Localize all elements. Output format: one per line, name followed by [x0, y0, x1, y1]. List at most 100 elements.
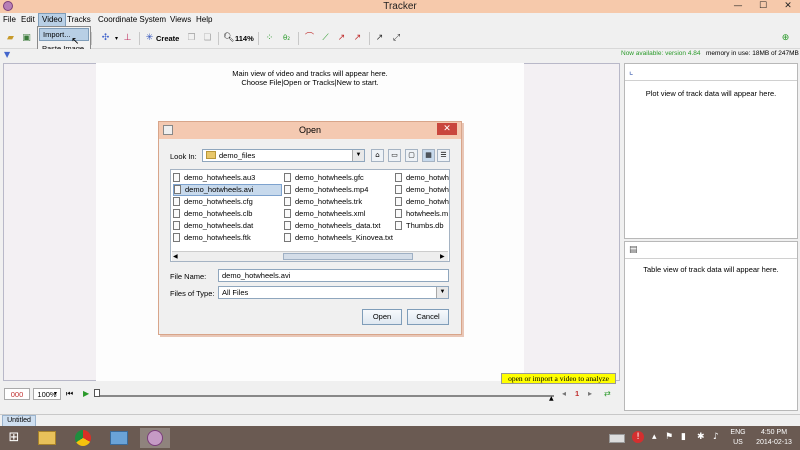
list-item[interactable]: demo_hotwheels.ftk: [173, 232, 282, 244]
flag-icon[interactable]: ⚑: [665, 432, 673, 442]
xmass-icon[interactable]: ↗: [374, 33, 385, 44]
trace-icon[interactable]: ⌒: [304, 33, 315, 44]
network-icon[interactable]: ▮: [681, 432, 686, 442]
menu-edit[interactable]: Edit: [18, 13, 38, 27]
step-back-icon[interactable]: ◂: [562, 388, 566, 400]
list-item[interactable]: demo_hotwh: [395, 172, 449, 184]
step-forward-icon[interactable]: ▸: [588, 388, 592, 400]
frame-number[interactable]: 000: [4, 388, 30, 400]
list-item[interactable]: demo_hotwheels.trk: [284, 196, 394, 208]
window-title-bar[interactable]: Tracker — ☐ ✕: [0, 0, 800, 13]
horizontal-scrollbar[interactable]: ◀ ▶: [172, 251, 448, 261]
language-region[interactable]: US: [728, 439, 748, 446]
clock-date[interactable]: 2014-02-13: [752, 439, 796, 446]
home-folder-icon[interactable]: ▭: [388, 149, 401, 162]
list-item[interactable]: hotwheels.m: [395, 208, 449, 220]
menu-tracks[interactable]: Tracks: [64, 13, 94, 27]
windows-start-icon[interactable]: ⊞: [6, 430, 22, 446]
open-folder-icon[interactable]: ▰: [5, 33, 16, 44]
zoom-level[interactable]: 114%: [235, 33, 254, 44]
bluetooth-icon[interactable]: ✱: [697, 432, 705, 442]
trail-icon[interactable]: θ₂: [281, 33, 292, 44]
scroll-right-icon[interactable]: ▶: [440, 253, 445, 260]
volume-icon[interactable]: ♪: [713, 432, 719, 442]
loop-icon[interactable]: ⇄: [604, 388, 611, 400]
track-control-chevron-icon[interactable]: ▼: [4, 50, 10, 59]
action-center-icon[interactable]: !: [632, 431, 644, 443]
file-name-input[interactable]: demo_hotwheels.avi: [218, 269, 449, 282]
play-icon[interactable]: ▶: [83, 388, 89, 400]
list-item[interactable]: demo_hotwh: [395, 196, 449, 208]
list-item[interactable]: demo_hotwheels_data.txt: [284, 220, 394, 232]
menu-video[interactable]: Video: [38, 13, 67, 27]
reset-icon[interactable]: ⏮: [66, 388, 73, 400]
list-item[interactable]: demo_hotwheels.mp4: [284, 184, 394, 196]
video-slider-track[interactable]: [96, 395, 554, 397]
copy-icon[interactable]: ❐: [186, 33, 197, 44]
close-button[interactable]: ✕: [776, 0, 800, 13]
chevron-down-icon[interactable]: ▾: [111, 33, 122, 44]
list-item[interactable]: demo_hotwheels.dat: [173, 220, 282, 232]
list-item[interactable]: demo_hotwheels.au3: [173, 172, 282, 184]
plot-icon[interactable]: ⌞: [629, 67, 633, 77]
up-one-level-icon[interactable]: ⌂: [371, 149, 384, 162]
plot-panel[interactable]: ⌞ Plot view of track data will appear he…: [624, 63, 798, 239]
clock-time[interactable]: 4:50 PM: [752, 429, 796, 436]
velocity-vector-icon[interactable]: ↗: [336, 33, 347, 44]
step-size[interactable]: 1: [575, 388, 579, 400]
cancel-button[interactable]: Cancel: [407, 309, 449, 325]
look-in-combo[interactable]: demo_files ▼: [202, 149, 365, 162]
files-of-type-select[interactable]: All Files ▼: [218, 286, 449, 299]
keyboard-icon[interactable]: [609, 434, 625, 443]
create-track-button[interactable]: Create: [156, 33, 179, 44]
mass-label-icon[interactable]: ⤢: [391, 33, 402, 44]
paste-icon[interactable]: ❏: [202, 33, 213, 44]
table-panel[interactable]: ▤ Table view of track data will appear h…: [624, 241, 798, 411]
chevron-down-icon[interactable]: ▼: [352, 150, 364, 161]
minimize-button[interactable]: —: [726, 0, 750, 13]
new-folder-icon[interactable]: ▢: [405, 149, 418, 162]
dialog-close-button[interactable]: ✕: [437, 123, 457, 135]
list-view-icon[interactable]: ▦: [422, 149, 435, 162]
dialog-title-bar[interactable]: Open ✕: [159, 122, 461, 139]
details-view-icon[interactable]: ☰: [437, 149, 450, 162]
chevron-up-icon[interactable]: ▴: [652, 432, 657, 442]
save-icon[interactable]: ▣: [21, 33, 32, 44]
calibration-tools-icon[interactable]: ✣: [100, 33, 111, 44]
table-icon[interactable]: ▤: [629, 245, 638, 255]
taskbar-app-tracker[interactable]: [140, 428, 170, 448]
maximize-button[interactable]: ☐: [751, 0, 775, 13]
taskbar-app-monitor[interactable]: [104, 428, 134, 448]
zoom-icon[interactable]: 🔍︎: [223, 33, 234, 44]
menu-coordinate-system[interactable]: Coordinate System: [95, 13, 169, 27]
open-button[interactable]: Open: [362, 309, 402, 325]
scrollbar-thumb[interactable]: [283, 253, 413, 260]
list-item[interactable]: demo_hotwheels.gfc: [284, 172, 394, 184]
language-indicator[interactable]: ENG: [728, 429, 748, 436]
menu-file[interactable]: File: [0, 13, 19, 27]
taskbar-app-file-explorer[interactable]: [32, 428, 62, 448]
list-item[interactable]: demo_hotwheels_Kinovea.txt: [284, 232, 394, 244]
menu-help[interactable]: Help: [193, 13, 215, 27]
chevron-down-icon[interactable]: ▼: [436, 287, 448, 298]
slider-thumb[interactable]: [94, 389, 100, 397]
position-vector-icon[interactable]: ⟋: [320, 33, 331, 44]
taskbar-app-chrome[interactable]: [68, 428, 98, 448]
link-icon[interactable]: ⊕: [780, 33, 791, 44]
list-item[interactable]: demo_hotwheels.clb: [173, 208, 282, 220]
list-item[interactable]: demo_hotwheels.xml: [284, 208, 394, 220]
acceleration-vector-icon[interactable]: ↗: [352, 33, 363, 44]
menu-views[interactable]: Views: [167, 13, 194, 27]
scroll-left-icon[interactable]: ◀: [173, 253, 178, 260]
autostep-icon[interactable]: ⁘: [264, 33, 275, 44]
file-list[interactable]: demo_hotwheels.au3 demo_hotwheels.avi de…: [170, 169, 450, 262]
axes-icon[interactable]: ⊥: [122, 33, 133, 44]
create-track-icon[interactable]: ✳: [144, 33, 155, 44]
list-item[interactable]: Thumbs.db: [395, 220, 449, 232]
list-item[interactable]: demo_hotwh: [395, 184, 449, 196]
chevron-down-icon[interactable]: ▾: [54, 388, 57, 400]
list-item[interactable]: demo_hotwheels.cfg: [173, 196, 282, 208]
new-version-notice[interactable]: Now available: version 4.84: [621, 50, 701, 57]
menu-item-import[interactable]: Import...: [39, 28, 89, 41]
list-item-selected[interactable]: demo_hotwheels.avi: [173, 184, 282, 196]
